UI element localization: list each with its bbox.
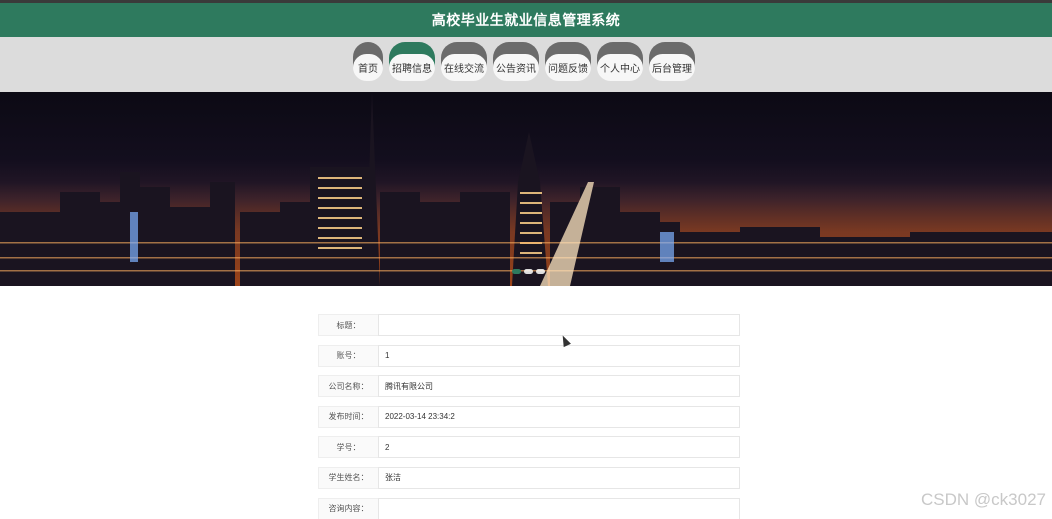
- field-label: 标题：: [318, 314, 378, 336]
- title-input[interactable]: [378, 314, 740, 336]
- carousel-dot[interactable]: [524, 269, 533, 274]
- field-publish-time: 发布时间： 2022-03-14 23:34:2: [318, 405, 740, 428]
- nav-item-label: 问题反馈: [545, 54, 591, 81]
- nav-item-label: 招聘信息: [389, 54, 435, 81]
- nav-item-home[interactable]: 首页: [353, 42, 383, 81]
- nav-item-label: 后台管理: [649, 54, 695, 81]
- student-name-input[interactable]: 张洁: [378, 466, 740, 489]
- field-label: 公司名称：: [318, 375, 378, 398]
- field-label: 学号：: [318, 436, 378, 459]
- site-title: 高校毕业生就业信息管理系统: [431, 12, 621, 28]
- company-input[interactable]: 腾讯有限公司: [378, 375, 740, 398]
- field-company: 公司名称： 腾讯有限公司: [318, 375, 740, 398]
- carousel-dot[interactable]: [536, 269, 545, 274]
- carousel-indicators: [512, 269, 545, 274]
- nav-item-chat[interactable]: 在线交流: [441, 42, 487, 81]
- watermark: CSDN @ck3027: [921, 490, 1046, 509]
- inquiry-input[interactable]: [378, 497, 740, 519]
- nav-item-label: 公告资讯: [493, 54, 539, 81]
- nav-item-admin[interactable]: 后台管理: [649, 42, 695, 81]
- field-label: 学生姓名：: [318, 466, 378, 489]
- nav-bar: 首页 招聘信息 在线交流 公告资讯 问题反馈 个人中心 后台管理: [0, 37, 1052, 92]
- nav-item-label: 个人中心: [597, 54, 643, 81]
- carousel-dot[interactable]: [512, 269, 521, 274]
- detail-form: 标题： 账号： 1 公司名称： 腾讯有限公司 发布时间： 2022-03-14 …: [318, 314, 740, 519]
- field-label: 账号：: [318, 344, 378, 367]
- nav-item-jobs[interactable]: 招聘信息: [389, 42, 435, 81]
- nav-item-label: 首页: [353, 54, 383, 81]
- nav-menu: 首页 招聘信息 在线交流 公告资讯 问题反馈 个人中心 后台管理: [353, 42, 701, 81]
- field-account: 账号： 1: [318, 344, 740, 367]
- field-title: 标题：: [318, 314, 740, 336]
- city-night-image: [0, 92, 1052, 286]
- nav-item-profile[interactable]: 个人中心: [597, 42, 643, 81]
- field-student-id: 学号： 2: [318, 436, 740, 459]
- publish-time-input[interactable]: 2022-03-14 23:34:2: [378, 405, 740, 428]
- account-input[interactable]: 1: [378, 344, 740, 367]
- field-label: 咨询内容：: [318, 497, 378, 519]
- banner-carousel[interactable]: [0, 92, 1052, 286]
- student-id-input[interactable]: 2: [378, 436, 740, 459]
- nav-item-label: 在线交流: [441, 54, 487, 81]
- nav-item-feedback[interactable]: 问题反馈: [545, 42, 591, 81]
- field-student-name: 学生姓名： 张洁: [318, 466, 740, 489]
- site-header: 高校毕业生就业信息管理系统: [0, 3, 1052, 37]
- nav-item-news[interactable]: 公告资讯: [493, 42, 539, 81]
- field-inquiry: 咨询内容：: [318, 497, 740, 519]
- field-label: 发布时间：: [318, 405, 378, 428]
